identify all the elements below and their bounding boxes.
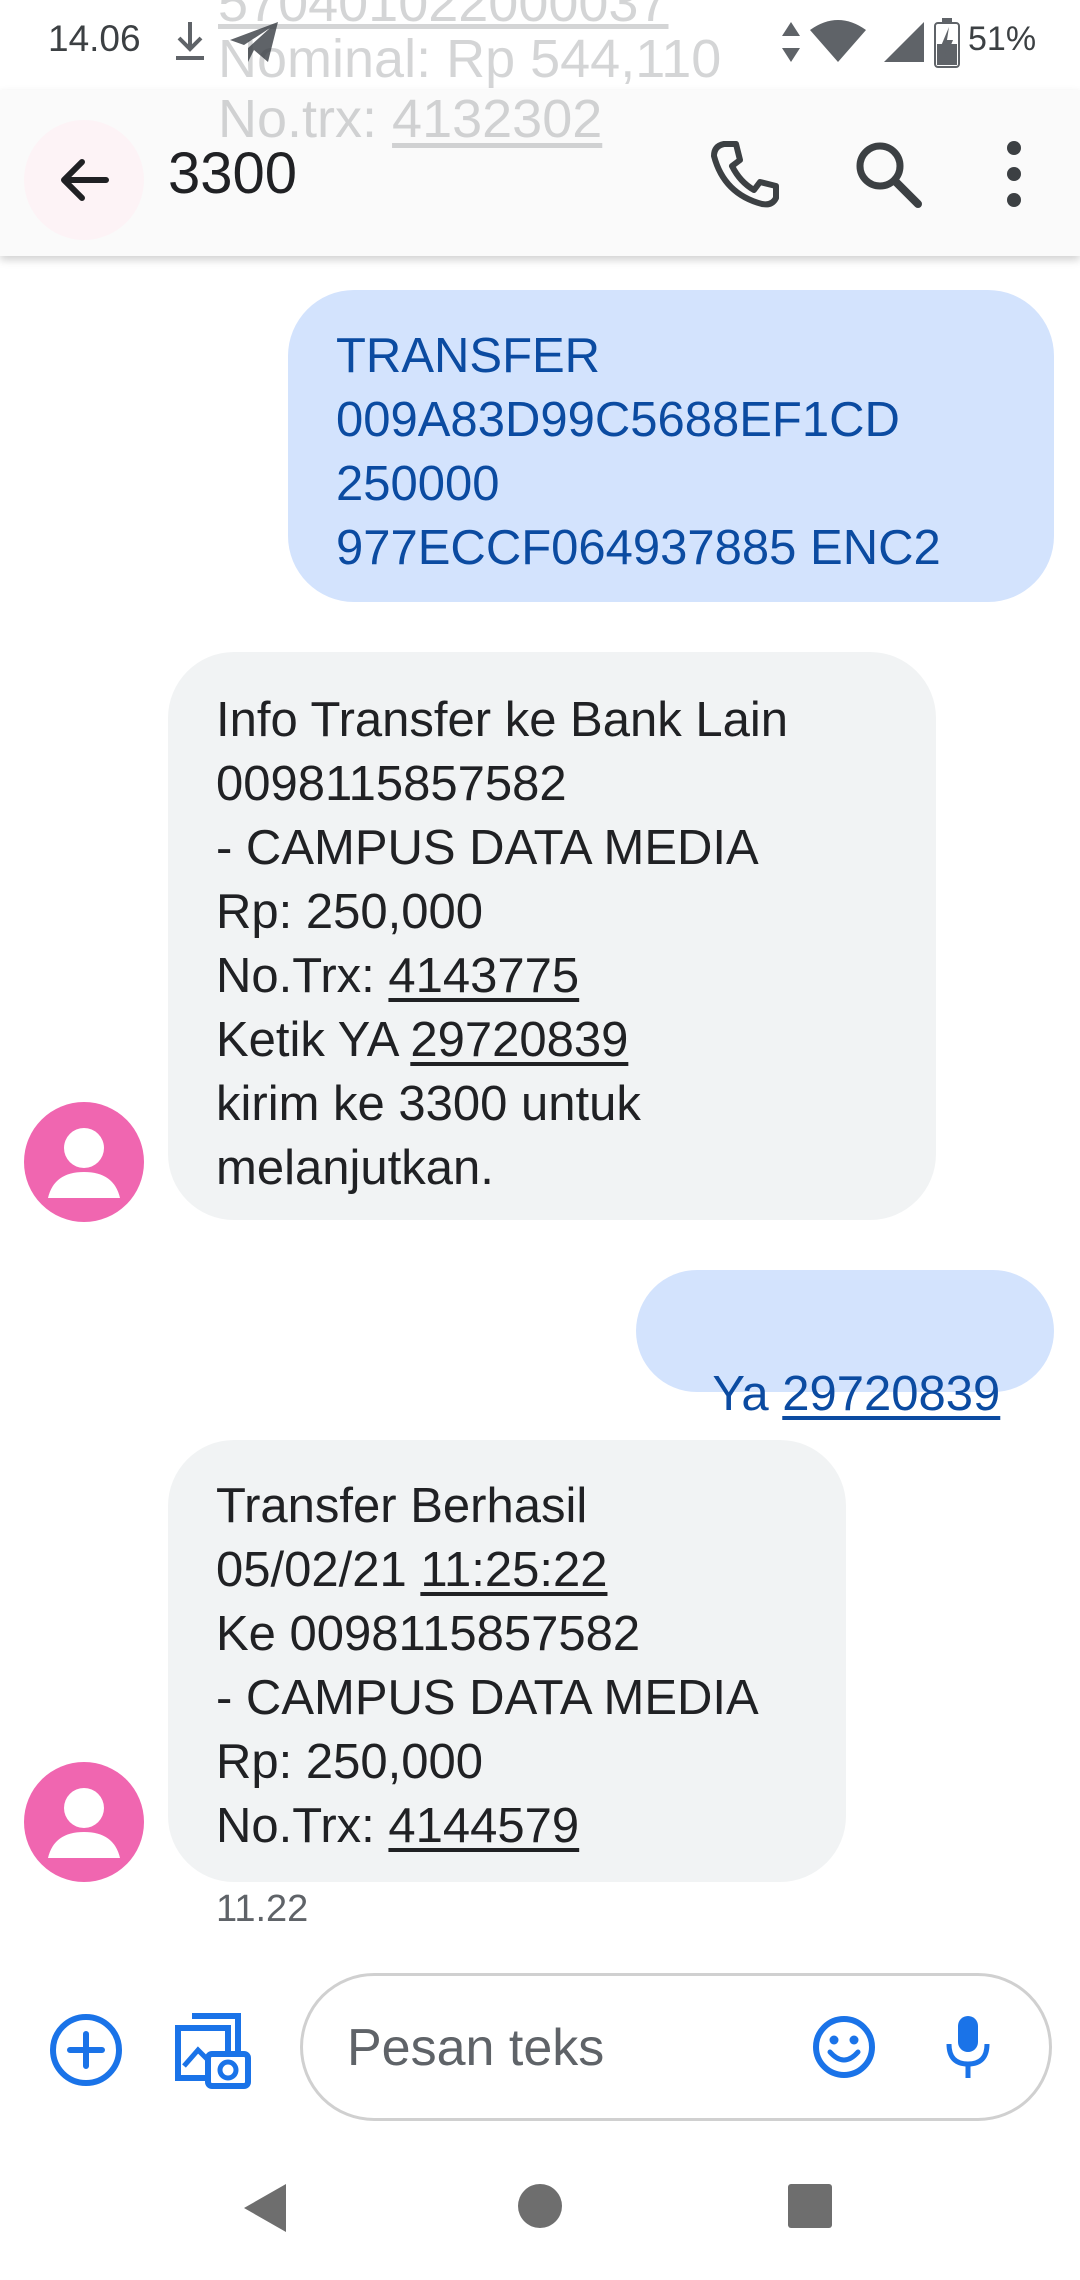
gallery-camera-icon[interactable]: [172, 2010, 252, 2090]
message-line: No.Trx: 4143775: [216, 949, 580, 1003]
more-vert-icon[interactable]: [972, 132, 1056, 216]
message-line: - CAMPUS DATA MEDIA: [216, 821, 759, 875]
person-icon: [48, 1788, 120, 1858]
message-line: TRANSFER: [336, 329, 601, 383]
message-line: Rp: 250,000: [216, 885, 483, 939]
person-icon: [48, 1128, 120, 1198]
outgoing-message[interactable]: Ya 29720839: [636, 1270, 1054, 1421]
code-number-link[interactable]: 29720839: [410, 1013, 628, 1067]
trx-number-link[interactable]: 4143775: [388, 949, 579, 1003]
nav-home-icon[interactable]: [514, 2180, 566, 2232]
scrolled-message-line: Nominal: Rp 544,110: [218, 29, 722, 89]
message-line: No.Trx: 4144579: [216, 1799, 580, 1853]
add-circle-icon[interactable]: [48, 2012, 124, 2088]
emoji-icon[interactable]: [811, 2014, 877, 2080]
message-line: melanjutkan.: [216, 1141, 494, 1195]
contact-avatar[interactable]: [24, 1762, 144, 1882]
message-line: Transfer Berhasil: [216, 1479, 588, 1533]
mic-icon[interactable]: [943, 2012, 993, 2082]
incoming-message[interactable]: Info Transfer ke Bank Lain 0098115857582…: [168, 652, 936, 1220]
nav-recents-icon[interactable]: [786, 2182, 834, 2230]
message-timestamp: 11.22: [216, 1888, 309, 1930]
time-link[interactable]: 11:25:22: [420, 1543, 607, 1597]
message-line: 009A83D99C5688EF1CD: [336, 393, 900, 447]
status-time: 14.06: [48, 18, 141, 59]
message-line: 250000: [336, 457, 500, 511]
message-line: Rp: 250,000: [216, 1735, 483, 1789]
trx-number-link[interactable]: 4144579: [388, 1799, 579, 1853]
phone-icon[interactable]: [702, 132, 786, 216]
download-icon: [176, 22, 204, 60]
nav-back-icon[interactable]: [240, 2180, 290, 2236]
back-button[interactable]: [24, 120, 144, 240]
message-line: Ke 0098115857582: [216, 1607, 641, 1661]
message-line: kirim ke 3300 untuk: [216, 1077, 641, 1131]
message-line: Ketik YA 29720839: [216, 1013, 629, 1067]
message-line: Info Transfer ke Bank Lain: [216, 693, 788, 747]
message-line: 977ECCF064937885 ENC2: [336, 521, 941, 575]
message-input[interactable]: [347, 2018, 797, 2078]
navigation-bar: [0, 2140, 1080, 2280]
app-bar: No.trx: 4132302 3300: [0, 89, 1080, 256]
search-icon[interactable]: [846, 132, 930, 216]
cell-signal-icon: [884, 22, 924, 62]
incoming-message[interactable]: Transfer Berhasil 05/02/21 11:25:22 Ke 0…: [168, 1440, 846, 1882]
code-number-link[interactable]: 29720839: [782, 1367, 1000, 1421]
conversation-title: 3300: [168, 141, 298, 206]
battery-charging-icon: [934, 18, 960, 68]
message-line: 05/02/21 11:25:22: [216, 1543, 608, 1597]
battery-percent: 51%: [968, 20, 1037, 58]
contact-avatar[interactable]: [24, 1102, 144, 1222]
message-line: - CAMPUS DATA MEDIA: [216, 1671, 759, 1725]
message-line: 0098115857582: [216, 757, 567, 811]
back-arrow-icon: [61, 159, 109, 201]
outgoing-message[interactable]: TRANSFER 009A83D99C5688EF1CD 250000 977E…: [288, 290, 1054, 602]
data-arrows-icon: [782, 22, 800, 62]
wifi-icon: [810, 20, 866, 62]
compose-box[interactable]: [300, 1973, 1052, 2121]
